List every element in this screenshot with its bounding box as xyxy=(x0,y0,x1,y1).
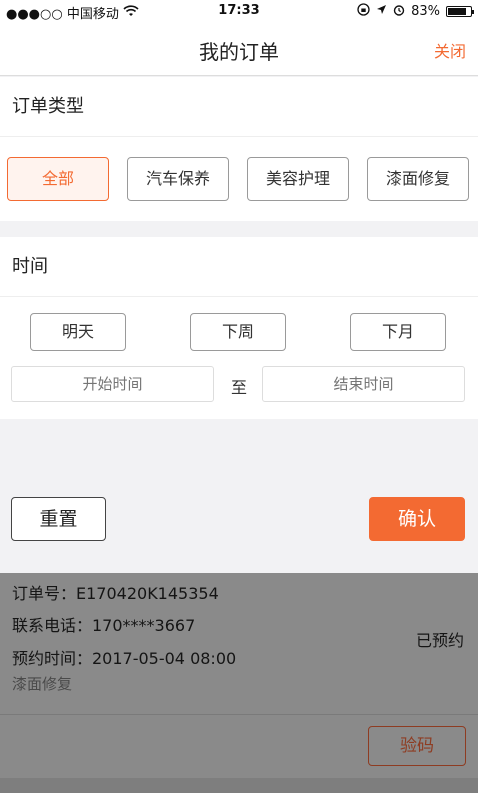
type-option-beauty[interactable]: 美容护理 xyxy=(247,157,349,201)
time-option-tomorrow[interactable]: 明天 xyxy=(30,313,126,351)
order-service-type: 漆面修复 xyxy=(12,675,73,693)
end-date-input[interactable] xyxy=(262,366,465,402)
type-option-maintenance[interactable]: 汽车保养 xyxy=(127,157,229,201)
close-button[interactable]: 关闭 xyxy=(434,38,466,62)
order-appointment-time: 预约时间：2017-05-04 08:00 xyxy=(12,649,237,668)
battery-percent: 83% xyxy=(411,4,440,19)
location-icon xyxy=(376,4,387,19)
alarm-icon xyxy=(393,4,405,20)
reset-button[interactable]: 重置 xyxy=(11,497,106,541)
start-date-input[interactable] xyxy=(11,366,214,402)
confirm-button[interactable]: 确认 xyxy=(369,497,465,541)
next-card-strip xyxy=(0,778,478,793)
nav-bar: 我的订单 关闭 xyxy=(0,22,478,76)
battery-fill xyxy=(448,8,467,15)
status-bar: ●●●○○ 中国移动 17:33 83% xyxy=(0,0,478,22)
status-right: 83% xyxy=(357,3,474,20)
order-phone: 联系电话：170****3667 xyxy=(12,616,196,635)
card-divider xyxy=(0,714,478,715)
order-status: 已预约 xyxy=(415,631,464,650)
type-option-paint-repair[interactable]: 漆面修复 xyxy=(367,157,469,201)
order-number: 订单号：E170420K145354 xyxy=(12,584,219,603)
order-type-heading: 订单类型 xyxy=(0,77,478,137)
rotation-lock-icon xyxy=(357,3,370,20)
page-title: 我的订单 xyxy=(199,40,279,64)
time-option-next-week[interactable]: 下周 xyxy=(190,313,286,351)
type-option-all[interactable]: 全部 xyxy=(7,157,109,201)
verify-code-button[interactable]: 验码 xyxy=(368,726,466,766)
to-label: 至 xyxy=(230,378,247,397)
time-heading: 时间 xyxy=(0,237,478,297)
time-option-next-month[interactable]: 下月 xyxy=(350,313,446,351)
battery-icon xyxy=(446,6,474,17)
